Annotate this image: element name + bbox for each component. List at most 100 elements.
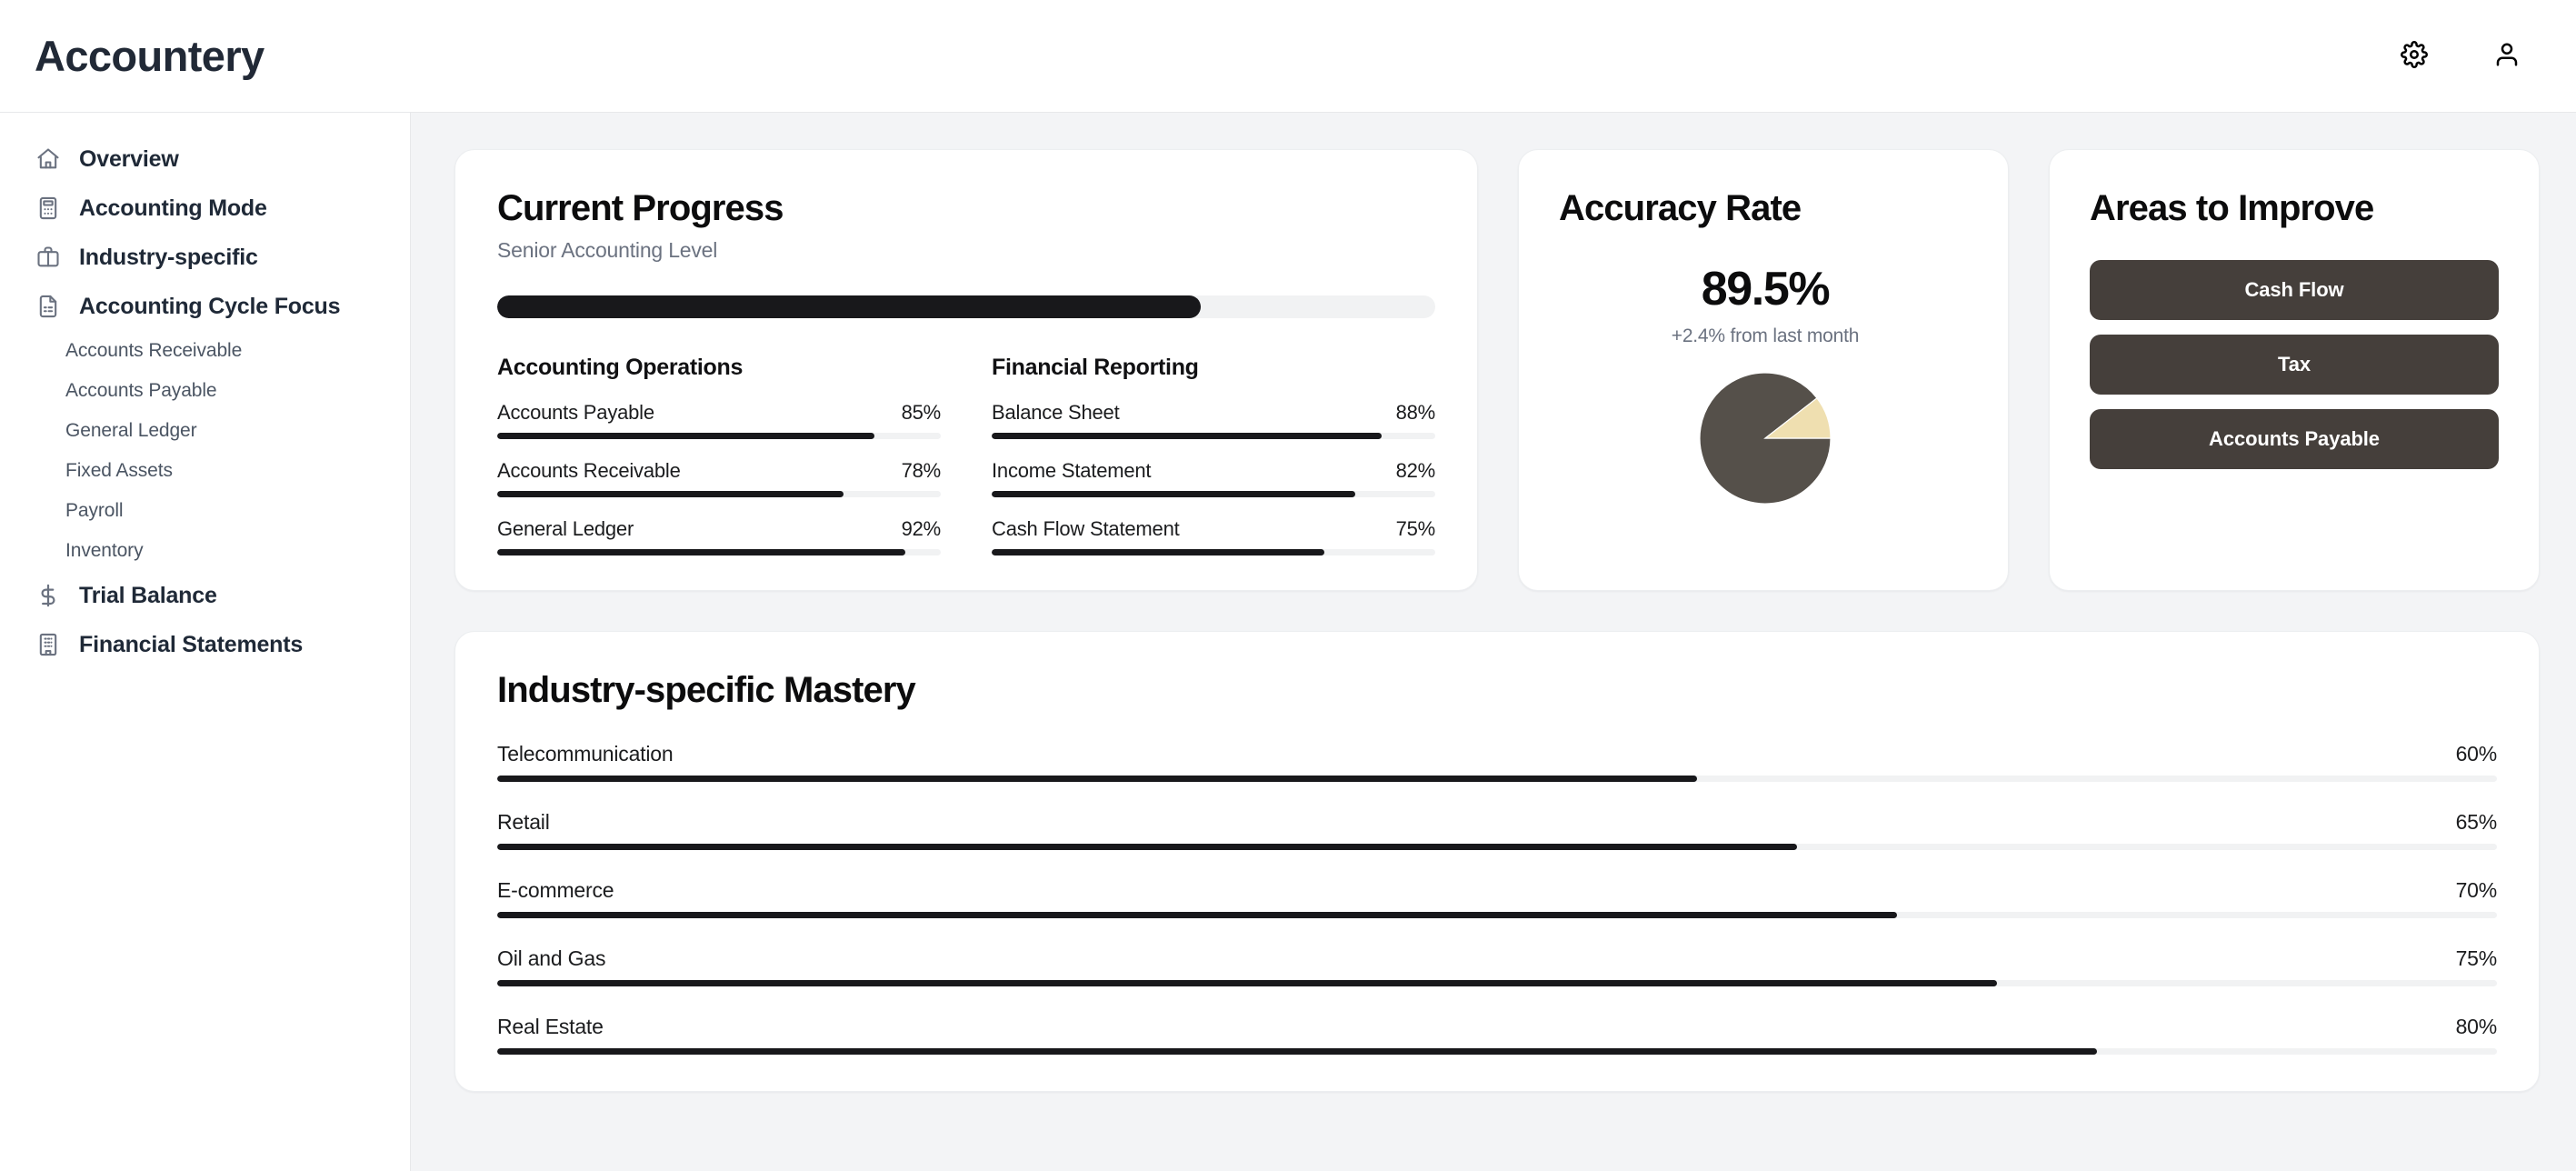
stat-value: 78% <box>901 458 942 482</box>
sidebar-subitem-accounts-receivable[interactable]: Accounts Receivable <box>0 331 410 371</box>
header-actions <box>2396 38 2536 75</box>
stat-column-accounting-operations: Accounting Operations Accounts Payable 8… <box>497 355 941 555</box>
mastery-progress-fill <box>497 911 1897 918</box>
sidebar-item-industry-specific[interactable]: Industry-specific <box>0 233 410 282</box>
stat-row: Income Statement 82% <box>992 459 1435 497</box>
sidebar-subitem-fixed-assets[interactable]: Fixed Assets <box>0 451 410 491</box>
card-title: Current Progress <box>497 188 784 228</box>
stat-progress-track <box>497 490 941 497</box>
body-row: Overview Accounting Mode Industry-specif… <box>0 113 2576 1171</box>
sidebar-item-financial-statements[interactable]: Financial Statements <box>0 620 410 669</box>
stat-value: 88% <box>1395 400 1436 424</box>
stat-row: General Ledger 92% <box>497 517 941 555</box>
calculator-icon <box>35 195 62 222</box>
sidebar-item-label: Industry-specific <box>79 244 258 270</box>
mastery-progress-track <box>497 911 2497 918</box>
stat-row: Balance Sheet 88% <box>992 401 1435 439</box>
mastery-row: Oil and Gas 75% <box>497 946 2497 986</box>
accuracy-body: 89.5% +2.4% from last month <box>1559 262 1972 504</box>
stat-row: Accounts Payable 85% <box>497 401 941 439</box>
stat-progress-track <box>992 490 1435 497</box>
mastery-progress-track <box>497 979 2497 986</box>
stat-progress-track <box>992 548 1435 555</box>
stat-row: Cash Flow Statement 75% <box>992 517 1435 555</box>
main-content: Current Progress Senior Accounting Level… <box>411 113 2576 1171</box>
area-button-cash-flow[interactable]: Cash Flow <box>2090 259 2499 320</box>
stat-column-title: Financial Reporting <box>992 354 1199 380</box>
mastery-value: 70% <box>2455 877 2498 902</box>
sidebar-subitem-accounts-payable[interactable]: Accounts Payable <box>0 371 410 411</box>
sidebar-item-label: Trial Balance <box>79 582 217 608</box>
mastery-label: E-commerce <box>497 877 614 902</box>
account-button[interactable] <box>2489 38 2525 75</box>
stat-column-financial-reporting: Financial Reporting Balance Sheet 88% In… <box>992 355 1435 555</box>
card-title: Industry-specific Mastery <box>497 669 916 710</box>
mastery-progress-track <box>497 775 2497 782</box>
stat-progress-track <box>992 432 1435 439</box>
sidebar-item-label: Accounting Mode <box>79 195 267 221</box>
mastery-progress-fill <box>497 775 1697 782</box>
mastery-row: Retail 65% <box>497 810 2497 850</box>
sidebar-subitem-general-ledger[interactable]: General Ledger <box>0 411 410 451</box>
areas-button-list: Cash Flow Tax Accounts Payable <box>2090 259 2499 469</box>
mastery-progress-track <box>497 1047 2497 1055</box>
stat-progress-fill <box>992 548 1324 555</box>
dollar-icon <box>35 582 62 609</box>
app-root: Accountery Overview Accounting Mode Indu… <box>0 0 2576 1171</box>
card-subtitle: Senior Accounting Level <box>497 237 718 262</box>
mastery-progress-track <box>497 843 2497 850</box>
accuracy-pie-chart <box>1559 372 1972 504</box>
stat-progress-fill <box>497 548 905 555</box>
mastery-value: 75% <box>2455 946 2498 970</box>
accuracy-value: 89.5% <box>1701 262 1831 315</box>
areas-to-improve-card: Areas to Improve Cash Flow Tax Accounts … <box>2049 149 2540 591</box>
sidebar-item-accounting-mode[interactable]: Accounting Mode <box>0 184 410 233</box>
mastery-row-list: Telecommunication 60% Retail 65% E-comme… <box>497 742 2497 1055</box>
mastery-progress-fill <box>497 843 1797 850</box>
stat-progress-fill <box>992 490 1356 497</box>
building-icon <box>35 631 62 658</box>
stat-label: Balance Sheet <box>992 400 1120 424</box>
area-button-tax[interactable]: Tax <box>2090 334 2499 395</box>
mastery-progress-fill <box>497 1047 2097 1055</box>
mastery-label: Retail <box>497 809 550 834</box>
sidebar-item-label: Accounting Cycle Focus <box>79 293 341 319</box>
mastery-row: Real Estate 80% <box>497 1015 2497 1055</box>
industry-mastery-card: Industry-specific Mastery Telecommunicat… <box>454 630 2540 1092</box>
stat-row: Accounts Receivable 78% <box>497 459 941 497</box>
overall-progress-fill <box>497 295 1201 318</box>
mastery-row: Telecommunication 60% <box>497 742 2497 782</box>
sidebar-subitem-inventory[interactable]: Inventory <box>0 531 410 571</box>
stat-label: General Ledger <box>497 516 634 540</box>
stat-value: 92% <box>901 516 942 540</box>
mastery-progress-fill <box>497 979 1997 986</box>
sidebar-subitem-payroll[interactable]: Payroll <box>0 491 410 531</box>
mastery-value: 80% <box>2455 1014 2498 1038</box>
card-title: Accuracy Rate <box>1559 188 1802 228</box>
settings-button[interactable] <box>2396 38 2432 75</box>
sidebar-item-accounting-cycle-focus[interactable]: Accounting Cycle Focus <box>0 282 410 331</box>
mastery-label: Telecommunication <box>497 741 674 766</box>
mastery-value: 65% <box>2455 809 2498 834</box>
briefcase-icon <box>35 244 62 271</box>
mastery-label: Real Estate <box>497 1014 604 1038</box>
stat-value: 75% <box>1395 516 1436 540</box>
home-icon <box>35 145 62 173</box>
stat-label: Accounts Payable <box>497 400 654 424</box>
overall-progress-track <box>497 295 1435 318</box>
app-header: Accountery <box>0 0 2576 113</box>
pie-chart-svg <box>1700 372 1831 504</box>
sidebar-item-overview[interactable]: Overview <box>0 135 410 184</box>
stat-value: 85% <box>901 400 942 424</box>
user-icon <box>2493 41 2521 71</box>
stat-column-title: Accounting Operations <box>497 354 744 380</box>
stat-value: 82% <box>1395 458 1436 482</box>
accuracy-rate-card: Accuracy Rate 89.5% +2.4% from last mont… <box>1518 149 2009 591</box>
sidebar-item-trial-balance[interactable]: Trial Balance <box>0 571 410 620</box>
gear-icon <box>2401 41 2428 71</box>
stat-columns: Accounting Operations Accounts Payable 8… <box>497 355 1435 555</box>
top-card-row: Current Progress Senior Accounting Level… <box>454 149 2540 591</box>
stat-progress-fill <box>992 432 1383 439</box>
area-button-accounts-payable[interactable]: Accounts Payable <box>2090 408 2499 469</box>
document-icon <box>35 293 62 320</box>
